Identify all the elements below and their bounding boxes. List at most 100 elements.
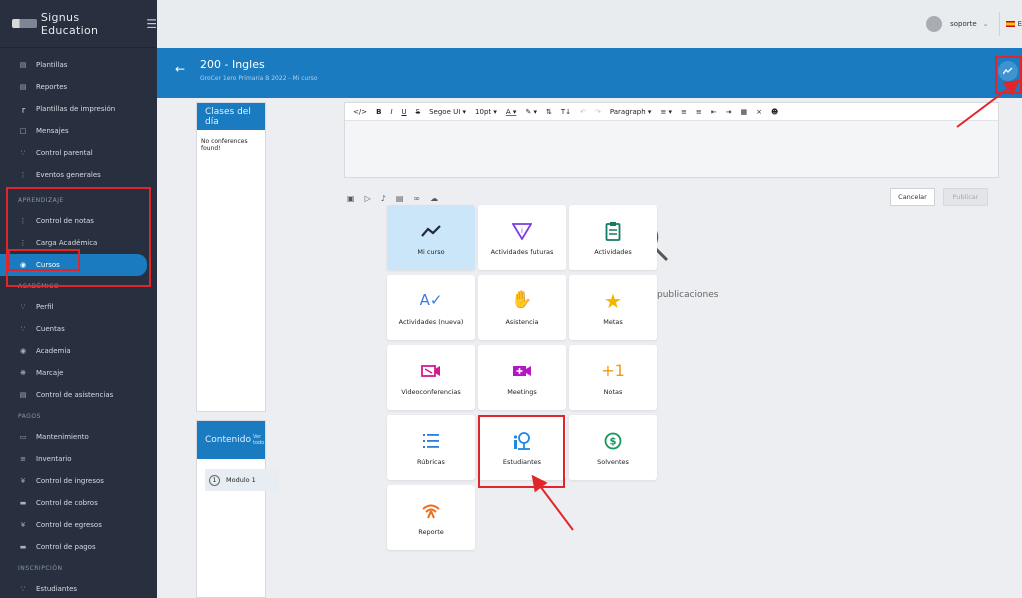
text-color-icon[interactable]: A ▾ xyxy=(506,108,517,116)
sidebar-item-marcaje[interactable]: ❋ Marcaje xyxy=(0,362,157,384)
brand[interactable]: Signus Education ☰ xyxy=(0,0,157,48)
sidebar-item-ingresos[interactable]: ¥ Control de ingresos xyxy=(0,470,157,492)
sidebar-item-mensajes[interactable]: □ Mensajes xyxy=(0,120,157,142)
tile-asistencia[interactable]: ✋ Asistencia xyxy=(478,275,566,340)
sidebar-item-label: Control parental xyxy=(36,149,93,157)
tile-reporte[interactable]: Reporte xyxy=(387,485,475,550)
sidebar-item-estudiantes[interactable]: ∵ Estudiantes xyxy=(0,578,157,598)
audio-icon[interactable]: ♪ xyxy=(381,194,386,203)
cancel-button[interactable]: Cancelar xyxy=(890,188,935,206)
sidebar-item-eventos[interactable]: ⋮ Eventos generales xyxy=(0,164,157,186)
publish-button[interactable]: Publicar xyxy=(943,188,988,206)
highlight-icon[interactable]: ✎ ▾ xyxy=(525,108,537,116)
sidebar-item-cursos[interactable]: ◉ Cursos xyxy=(0,254,147,276)
indent-icon[interactable]: ⇥ xyxy=(726,108,732,116)
module-number: 1 xyxy=(209,474,220,486)
star-icon: ★ xyxy=(604,288,622,313)
tile-notas[interactable]: +1 Notas xyxy=(569,345,657,410)
sidebar-item-inventario[interactable]: ≡ Inventario xyxy=(0,448,157,470)
outdent-icon[interactable]: ⇤ xyxy=(711,108,717,116)
language-label[interactable]: E xyxy=(1018,20,1022,28)
sidebar-item-asistencias[interactable]: ▤ Control de asistencias xyxy=(0,384,157,406)
tile-videoconferencias[interactable]: Videoconferencias xyxy=(387,345,475,410)
tile-label: Notas xyxy=(603,387,623,396)
ordered-list-icon[interactable]: ≡ xyxy=(681,108,687,116)
spain-flag-icon[interactable] xyxy=(1005,21,1015,27)
marking-icon: ❋ xyxy=(20,369,26,377)
tile-meetings[interactable]: Meetings xyxy=(478,345,566,410)
text-size-icon[interactable]: T↓ xyxy=(561,108,571,116)
sidebar-item-label: Cuentas xyxy=(36,325,65,333)
tile-actividades-nueva[interactable]: A✓ Actividades (nueva) xyxy=(387,275,475,340)
module-item[interactable]: 1 Modulo 1 xyxy=(205,469,279,491)
emoji-icon[interactable]: ☻ xyxy=(771,108,778,116)
collections-icon: ▬ xyxy=(19,499,27,507)
undo-icon[interactable]: ↶ xyxy=(580,108,586,116)
editor-toolbar: </> B I U S Segoe UI ▾ 10pt ▾ A ▾ ✎ ▾ ⇅ … xyxy=(345,103,998,121)
svg-text:i: i xyxy=(521,227,523,235)
sidebar-item-control-parental[interactable]: ∵ Control parental xyxy=(0,142,157,164)
sidebar-item-reportes[interactable]: ▤ Reportes xyxy=(0,76,157,98)
tile-label: Rúbricas xyxy=(417,457,445,466)
font-size-select[interactable]: 10pt ▾ xyxy=(475,108,497,116)
font-family-select[interactable]: Segoe UI ▾ xyxy=(429,108,466,116)
bold-icon[interactable]: B xyxy=(376,108,381,116)
tile-estudiantes[interactable]: Estudiantes xyxy=(478,415,566,480)
payments-icon: ▬ xyxy=(19,543,27,551)
text-direction-icon[interactable]: ⇅ xyxy=(546,108,552,116)
underline-icon[interactable]: U xyxy=(402,108,407,116)
sidebar-item-label: Carga Académica xyxy=(36,239,98,247)
file-icon[interactable]: ▤ xyxy=(396,194,404,203)
sidebar-item-mantenimiento[interactable]: ▭ Mantenimiento xyxy=(0,426,157,448)
strikethrough-icon[interactable]: S xyxy=(416,108,420,116)
font-family-value: Segoe UI xyxy=(429,107,461,116)
editor-body[interactable] xyxy=(345,121,998,177)
clear-format-icon[interactable]: × xyxy=(756,108,762,116)
chevron-down-icon[interactable]: ⌄ xyxy=(983,20,989,28)
publications-empty-text: publicaciones xyxy=(657,290,719,300)
hand-icon: ✋ xyxy=(511,290,533,310)
italic-icon[interactable]: I xyxy=(390,108,392,116)
table-icon[interactable]: ▦ xyxy=(741,108,748,116)
paragraph-format-select[interactable]: Paragraph ▾ xyxy=(610,108,652,116)
cloud-upload-icon[interactable]: ☁ xyxy=(430,194,438,203)
sidebar-item-control-notas[interactable]: ⋮ Control de notas xyxy=(0,210,157,232)
tile-mi-curso[interactable]: Mi curso xyxy=(387,205,475,270)
tile-actividades[interactable]: Actividades xyxy=(569,205,657,270)
sidebar-item-plantillas-impresion[interactable]: ┏ Plantillas de impresión xyxy=(0,98,157,120)
avatar[interactable] xyxy=(926,16,943,32)
sidebar-item-egresos[interactable]: ¥ Control de egresos xyxy=(0,514,157,536)
parental-icon: ∵ xyxy=(20,149,26,157)
user-menu[interactable]: soporte ⌄ E xyxy=(926,0,1022,48)
section-academico: ACADÉMICO xyxy=(18,282,60,290)
tile-rubricas[interactable]: Rúbricas xyxy=(387,415,475,480)
tile-label: Solventes xyxy=(597,457,629,466)
sidebar-item-cobros[interactable]: ▬ Control de cobros xyxy=(0,492,157,514)
hamburger-menu-icon[interactable]: ☰ xyxy=(146,17,157,31)
sidebar-item-academia[interactable]: ◉ Academia xyxy=(0,340,157,362)
user-name[interactable]: soporte xyxy=(950,20,977,28)
sidebar-item-cuentas[interactable]: ∵ Cuentas xyxy=(0,318,157,340)
academy-icon: ◉ xyxy=(19,347,27,355)
ver-todo-link[interactable]: Ver todo xyxy=(253,434,265,446)
sidebar-item-carga-academica[interactable]: ⋮ Carga Académica xyxy=(0,232,157,254)
tile-solventes[interactable]: $ Solventes xyxy=(569,415,657,480)
video-add-icon xyxy=(512,360,532,382)
sidebar-item-plantillas[interactable]: ▤ Plantillas xyxy=(0,54,157,76)
contenido-card: Contenido Ver todo 1 Modulo 1 xyxy=(196,420,279,598)
tile-metas[interactable]: ★ Metas xyxy=(569,275,657,340)
tile-actividades-futuras[interactable]: i Actividades futuras xyxy=(478,205,566,270)
stats-button[interactable] xyxy=(998,61,1018,81)
sidebar-item-perfil[interactable]: ∵ Perfil xyxy=(0,296,157,318)
image-icon[interactable]: ▣ xyxy=(347,194,355,203)
link-icon[interactable]: ∞ xyxy=(413,194,420,203)
video-icon[interactable]: ▷ xyxy=(365,194,371,203)
code-view-icon[interactable]: </> xyxy=(353,108,367,116)
sidebar-item-label: Mensajes xyxy=(36,127,69,135)
unordered-list-icon[interactable]: ≡ xyxy=(696,108,702,116)
svg-text:$: $ xyxy=(610,436,617,447)
back-arrow-icon[interactable]: ← xyxy=(175,62,185,76)
align-icon[interactable]: ≡ ▾ xyxy=(660,108,672,116)
redo-icon[interactable]: ↷ xyxy=(595,108,601,116)
sidebar-item-pagos[interactable]: ▬ Control de pagos xyxy=(0,536,157,558)
